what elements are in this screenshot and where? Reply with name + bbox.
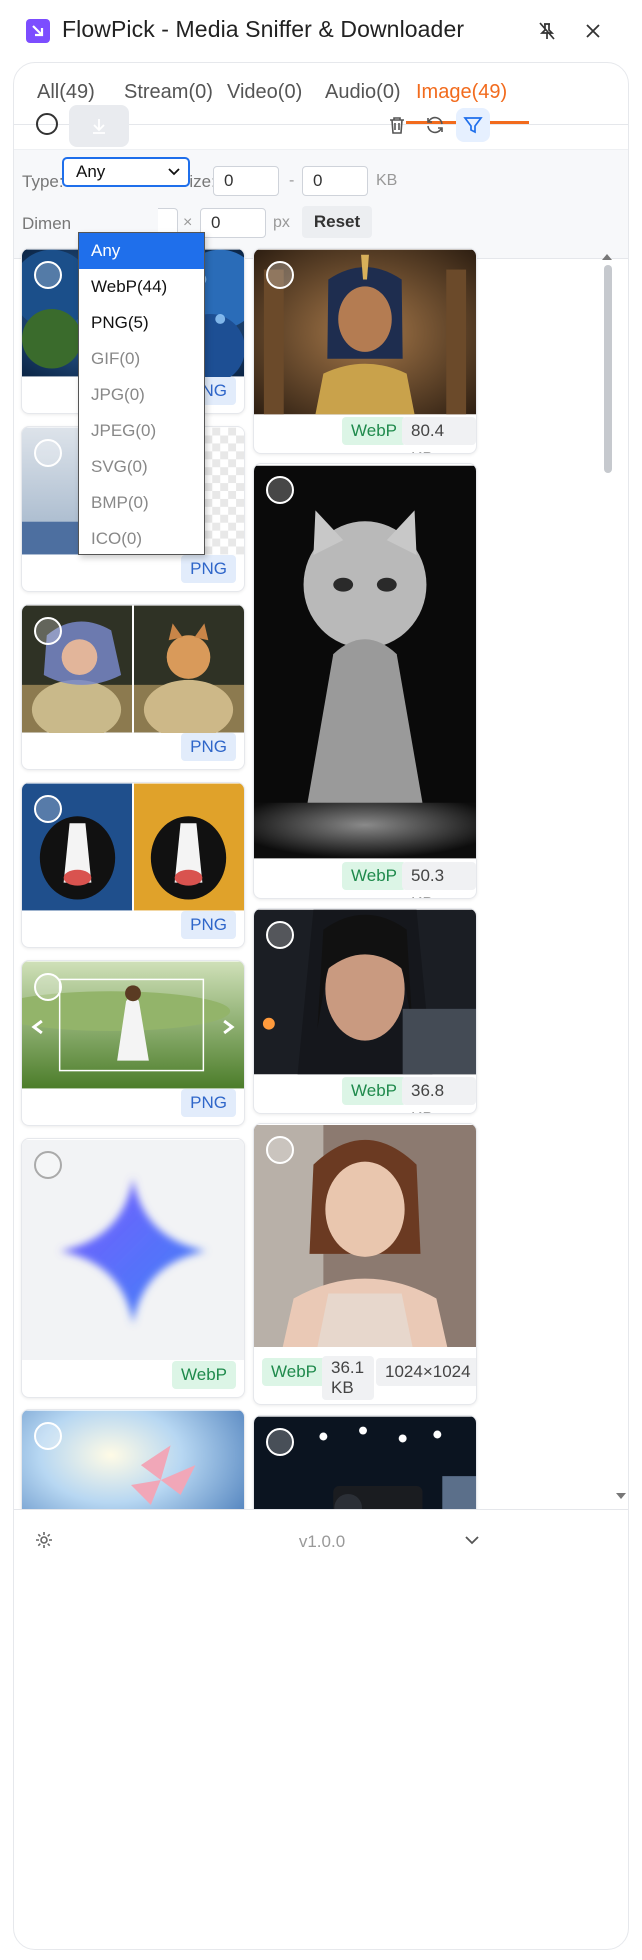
filter-icon[interactable] [456,108,490,142]
title-bar: FlowPick - Media Sniffer & Downloader [0,0,642,62]
type-select-value: Any [76,162,106,181]
type-option-jpeg[interactable]: JPEG(0) [79,413,204,449]
image-card[interactable]: WebP 80.4 KB [253,248,477,454]
select-image-checkbox[interactable] [34,795,62,823]
image-card[interactable]: WebP 36.8 KB [253,908,477,1114]
unpin-icon[interactable] [532,16,562,46]
format-badge: WebP [342,1077,406,1105]
select-image-checkbox[interactable] [266,476,294,504]
type-select[interactable]: Any [62,157,190,187]
format-badge: WebP [342,417,406,445]
image-thumbnail [254,465,476,859]
scrollbar[interactable] [600,249,626,1829]
format-badge: WebP [342,862,406,890]
reset-button[interactable]: Reset [302,206,372,238]
format-badge: PNG [181,1089,236,1117]
footer: v1.0.0 [14,1509,628,1573]
tab-all[interactable]: All(49) [37,81,95,104]
type-label: Type: [22,172,64,191]
size-badge: 36.1 KB [322,1356,374,1400]
dimension-badge: 1024×1024 [376,1358,476,1386]
format-badge: PNG [181,733,236,761]
select-image-checkbox[interactable] [34,261,62,289]
format-badge: WebP [172,1361,236,1389]
tab-video[interactable]: Video(0) [227,81,302,104]
select-image-checkbox[interactable] [34,1422,62,1450]
image-card[interactable]: WebP 36.1 KB 1024×1024 [253,1123,477,1405]
select-image-checkbox[interactable] [266,261,294,289]
type-option-gif[interactable]: GIF(0) [79,341,204,377]
image-card[interactable]: WebP [21,1138,245,1398]
size-badge: 36.8 KB [402,1077,476,1113]
trash-icon[interactable] [380,108,414,142]
size-badge: 50.3 KB [402,862,476,898]
select-image-checkbox[interactable] [34,617,62,645]
chevron-down-icon[interactable] [462,1530,482,1555]
size-separator: - [289,172,295,189]
downloader-logo-icon [26,19,50,43]
select-image-checkbox[interactable] [266,921,294,949]
type-option-jpg[interactable]: JPG(0) [79,377,204,413]
tab-stream[interactable]: Stream(0) [124,81,213,104]
image-card[interactable]: PNG [21,960,245,1126]
dimension-unit: px [273,214,290,231]
image-card[interactable]: PNG [21,782,245,948]
scroll-down-icon [616,1493,626,1499]
select-image-checkbox[interactable] [266,1428,294,1456]
format-badge: PNG [181,911,236,939]
download-button[interactable] [69,105,129,147]
format-badge: WebP [262,1358,326,1386]
type-option-png[interactable]: PNG(5) [79,305,204,341]
select-image-checkbox[interactable] [34,973,62,1001]
type-option-ico[interactable]: ICO(0) [79,521,204,557]
scroll-up-icon [602,254,612,260]
tab-image[interactable]: Image(49) [416,81,507,104]
type-option-any[interactable]: Any [79,233,204,269]
format-badge: PNG [181,555,236,583]
size-max-input[interactable]: 0 [302,166,368,196]
size-min-input[interactable]: 0 [213,166,279,196]
select-image-checkbox[interactable] [34,439,62,467]
type-option-bmp[interactable]: BMP(0) [79,485,204,521]
select-all-checkbox[interactable] [36,113,58,135]
size-badge: 80.4 KB [402,417,476,453]
type-option-svg[interactable]: SVG(0) [79,449,204,485]
version-label: v1.0.0 [298,1532,346,1551]
dimension-height-input[interactable]: 0 [200,208,266,238]
type-dropdown-list: Any WebP(44) PNG(5) GIF(0) JPG(0) JPEG(0… [78,232,205,555]
download-icon [93,119,105,134]
refresh-icon[interactable] [418,108,452,142]
scroll-thumb[interactable] [604,265,612,473]
close-icon[interactable] [578,16,608,46]
dimension-label: Dimen [22,214,72,233]
type-option-webp[interactable]: WebP(44) [79,269,204,305]
select-image-checkbox[interactable] [34,1151,62,1179]
chevron-down-icon [168,168,180,176]
app-title: FlowPick - Media Sniffer & Downloader [62,16,465,42]
image-card[interactable]: WebP 50.3 KB [253,463,477,899]
dimension-separator: × [183,214,193,231]
size-unit: KB [376,172,398,189]
tab-audio[interactable]: Audio(0) [325,81,401,104]
image-card[interactable]: PNG [21,604,245,770]
select-image-checkbox[interactable] [266,1136,294,1164]
